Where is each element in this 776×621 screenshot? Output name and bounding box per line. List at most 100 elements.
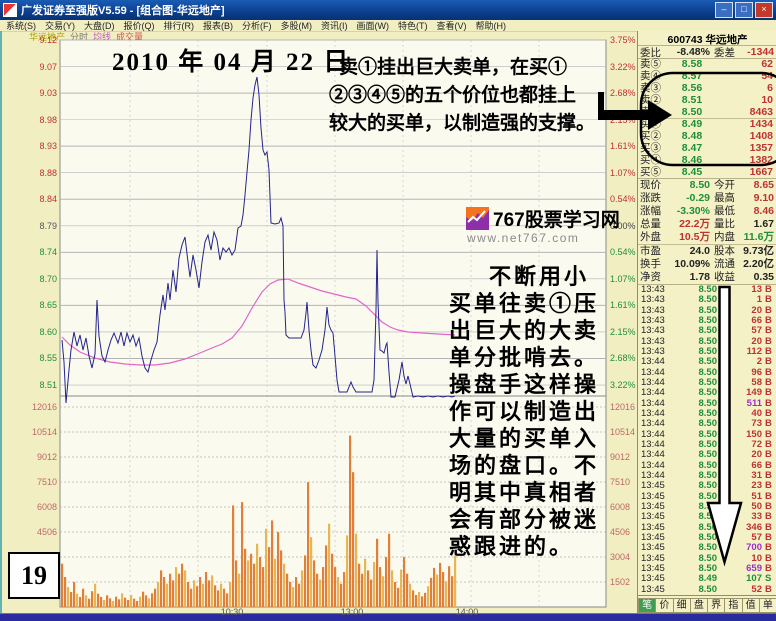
annotation-side-note: 不断用小买单往卖①压出巨大的大卖单分批啃去。操盘手这样操作可以制造出大量的买单入…	[449, 263, 635, 560]
tick-buy-sell-flag: B	[765, 543, 776, 553]
panel-tab-价[interactable]: 价	[656, 598, 673, 613]
tick-price: 8.50	[675, 481, 717, 491]
panel-tab-界[interactable]: 界	[708, 598, 725, 613]
panel-tab-笔[interactable]: 笔	[638, 598, 656, 613]
tick-buy-sell-flag: B	[765, 585, 776, 595]
panel-tab-指[interactable]: 指	[725, 598, 742, 613]
price-axis-label: 8.88	[23, 169, 57, 178]
tick-time: 13:45	[638, 481, 675, 491]
quote-value: 0.35	[741, 271, 776, 283]
pct-axis-label: 1.61%	[610, 142, 640, 151]
tick-volume: 2	[717, 357, 765, 367]
order-book-row-卖①[interactable]: 卖①8.508463	[638, 106, 776, 118]
quote-value: 1.67	[741, 218, 776, 230]
logo-chart-icon	[466, 207, 489, 230]
quote-value: 9.73亿	[741, 245, 776, 257]
tick-price: 8.50	[675, 585, 717, 595]
order-book-row-卖③[interactable]: 卖③8.566	[638, 83, 776, 95]
pct-axis-label: 3.75%	[610, 36, 640, 45]
quote-row-6: 换手10.09%流通2.20亿	[638, 258, 776, 271]
quote-panel: 600743 华远地产 委比 -8.48% 委差 -1344 卖⑤8.5862卖…	[637, 31, 776, 613]
quote-value: 10.5万	[667, 231, 710, 243]
tick-time: 13:44	[638, 357, 675, 367]
order-price: 8.57	[666, 71, 718, 82]
quote-label: 外盘	[638, 231, 667, 243]
order-volume: 62	[718, 59, 776, 70]
weicha-label: 委差	[710, 45, 741, 60]
quote-label: 流通	[710, 258, 741, 270]
annotation-date: 2010 年 04 月 22 日	[112, 42, 350, 78]
panel-tab-单[interactable]: 单	[760, 598, 776, 613]
order-price: 8.47	[666, 143, 718, 154]
pct-axis-label: 1.07%	[610, 169, 640, 178]
panel-tab-细[interactable]: 细	[674, 598, 691, 613]
tick-time: 13:43	[638, 326, 675, 336]
quote-value: -3.30%	[667, 205, 710, 217]
order-level-label: 卖④	[638, 71, 666, 82]
tick-volume: 52	[717, 585, 765, 595]
order-level-label: 卖①	[638, 107, 666, 118]
pct-axis-label: 0.54%	[610, 195, 640, 204]
order-price: 8.45	[666, 167, 718, 178]
quote-label: 涨幅	[638, 205, 667, 217]
side-note-line-1: 买单往卖①压	[449, 290, 635, 317]
quote-value: 24.0	[667, 245, 710, 257]
tick-row-13: 13:448.5073B	[638, 419, 776, 429]
order-book-row-买④[interactable]: 买④8.461382	[638, 154, 776, 166]
order-price: 8.56	[666, 83, 718, 94]
price-axis-label: 8.55	[23, 354, 57, 363]
tick-buy-sell-flag: B	[765, 512, 776, 522]
order-volume: 1357	[718, 143, 776, 154]
tick-row-19: 13:458.5023B	[638, 481, 776, 491]
tick-volume: 23	[717, 481, 765, 491]
price-axis-label: 9.07	[23, 63, 57, 72]
price-axis-label: 8.98	[23, 116, 57, 125]
tick-price: 8.50	[675, 357, 717, 367]
tick-buy-sell-flag: B	[765, 419, 776, 429]
panel-tab-盘[interactable]: 盘	[691, 598, 708, 613]
tick-buy-sell-flag: S	[765, 574, 776, 584]
order-book-row-买⑤[interactable]: 买⑤8.451667	[638, 166, 776, 178]
price-axis-label: 8.60	[23, 328, 57, 337]
order-price: 8.58	[666, 59, 718, 70]
quote-row-4: 外盘10.5万内盘11.6万	[638, 231, 776, 244]
panel-tab-值[interactable]: 值	[743, 598, 760, 613]
tick-volume: 73	[717, 419, 765, 429]
order-book-row-卖⑤[interactable]: 卖⑤8.5862	[638, 59, 776, 71]
order-level-label: 卖⑤	[638, 59, 666, 70]
price-axis-label: 8.70	[23, 275, 57, 284]
tick-volume: 1	[717, 295, 765, 305]
order-book-row-买③[interactable]: 买③8.471357	[638, 143, 776, 155]
logo-url[interactable]: www.net767.com	[467, 231, 579, 245]
tick-time: 13:44	[638, 450, 675, 460]
order-book-row-买①[interactable]: 买①8.491434	[638, 118, 776, 131]
tick-buy-sell-flag: B	[765, 357, 776, 367]
order-price: 8.49	[666, 119, 718, 130]
quote-value: 22.2万	[667, 218, 710, 230]
quote-value: 8.65	[741, 179, 776, 191]
tick-row-28: 13:458.49107S	[638, 574, 776, 584]
tick-list[interactable]: 13:438.5013B13:438.501B13:438.5020B13:43…	[638, 285, 776, 596]
order-book-row-卖④[interactable]: 卖④8.5754	[638, 71, 776, 83]
page-number-box: 19	[8, 552, 60, 599]
price-axis-label: 9.12	[23, 36, 57, 45]
quote-row-7: 净资1.78收益0.35	[638, 271, 776, 284]
tick-price: 8.50	[675, 326, 717, 336]
order-book-row-卖②[interactable]: 卖②8.5110	[638, 94, 776, 106]
order-volume: 1408	[718, 131, 776, 142]
logo-title[interactable]: 767股票学习网	[493, 205, 620, 232]
quote-value: 8.46	[741, 205, 776, 217]
quote-row-1: 涨跌-0.29最高9.10	[638, 192, 776, 205]
quote-value: 8.50	[667, 179, 710, 191]
tick-price: 8.50	[675, 388, 717, 398]
order-volume: 8463	[718, 107, 776, 118]
tick-buy-sell-flag: B	[765, 326, 776, 336]
order-level-label: 买②	[638, 131, 666, 142]
tick-price: 8.50	[675, 419, 717, 429]
quote-row-5: 市盈24.0股本9.73亿	[638, 244, 776, 258]
tick-time: 13:43	[638, 295, 675, 305]
order-book-row-买②[interactable]: 买②8.481408	[638, 131, 776, 143]
weibi-row: 委比 -8.48% 委差 -1344	[638, 46, 776, 59]
volume-axis-label-left: 4506	[23, 528, 57, 537]
panel-tab-bar: 笔价细盘界指值单	[638, 598, 776, 613]
